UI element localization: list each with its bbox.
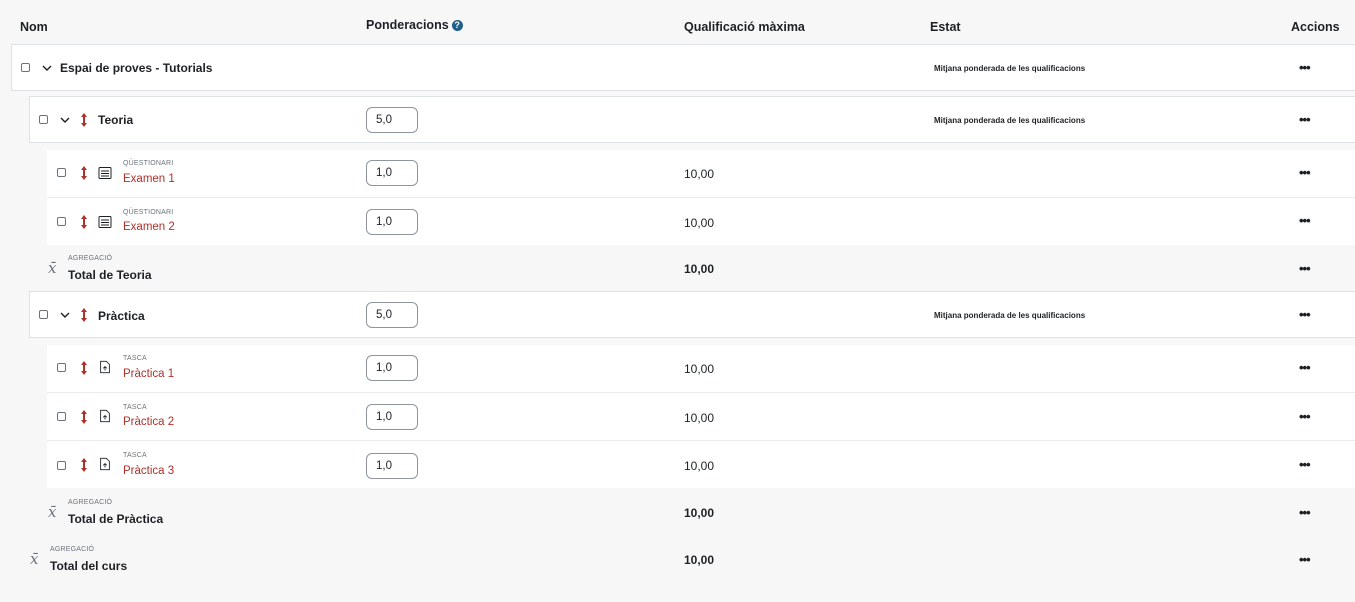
category-total-name: Total de Teoria <box>68 268 152 282</box>
item-link[interactable]: Examen 1 <box>123 173 175 185</box>
category-name: Teoria <box>98 113 134 127</box>
assignment-icon <box>100 360 110 374</box>
max-grade-value: 10,00 <box>684 459 715 473</box>
move-icon[interactable] <box>79 112 89 128</box>
item-actions-menu[interactable]: ••• <box>1299 361 1311 374</box>
select-checkbox-course[interactable] <box>21 63 30 72</box>
weight-input[interactable]: 1,0 <box>366 453 418 479</box>
course-actions-menu[interactable]: ••• <box>1299 61 1311 74</box>
item-type-label: TASCA <box>123 355 147 362</box>
quiz-icon <box>98 167 112 179</box>
quiz-icon <box>98 216 112 228</box>
column-header-name: Nom <box>20 20 48 34</box>
item-type-label: TASCA <box>123 452 147 459</box>
aggregation-type-label: AGREGACIÓ <box>68 255 113 262</box>
column-header-status: Estat <box>930 20 961 34</box>
total-actions-menu[interactable]: ••• <box>1299 506 1311 519</box>
item-actions-menu[interactable]: ••• <box>1299 166 1311 179</box>
aggregation-type-label: AGREGACIÓ <box>68 499 113 506</box>
course-total-actions-menu[interactable]: ••• <box>1299 553 1311 566</box>
column-header-actions: Accions <box>1291 20 1340 34</box>
chevron-down-icon[interactable] <box>59 114 71 126</box>
move-icon[interactable] <box>79 457 89 473</box>
select-checkbox-item[interactable] <box>57 217 66 226</box>
move-icon[interactable] <box>79 360 89 376</box>
select-checkbox-item[interactable] <box>57 363 66 372</box>
category-status: Mitjana ponderada de les qualificacions <box>934 116 1086 125</box>
category-actions-menu[interactable]: ••• <box>1299 113 1311 126</box>
move-icon[interactable] <box>79 409 89 425</box>
weight-input[interactable]: 1,0 <box>366 404 418 430</box>
max-grade-value: 10,00 <box>684 362 715 376</box>
aggregation-icon: x̄ <box>30 550 39 568</box>
total-actions-menu[interactable]: ••• <box>1299 262 1311 275</box>
select-checkbox-category[interactable] <box>39 115 48 124</box>
select-checkbox-item[interactable] <box>57 461 66 470</box>
select-checkbox-item[interactable] <box>57 168 66 177</box>
column-header-max-grade: Qualificació màxima <box>684 20 805 34</box>
move-icon[interactable] <box>79 307 89 323</box>
column-header-weights-label: Ponderacions <box>366 18 449 32</box>
category-status: Mitjana ponderada de les qualificacions <box>934 311 1086 320</box>
select-checkbox-category[interactable] <box>39 310 48 319</box>
aggregation-type-label: AGREGACIÓ <box>50 546 95 553</box>
course-total-name: Total del curs <box>50 559 128 573</box>
chevron-down-icon[interactable] <box>41 62 53 74</box>
category-actions-menu[interactable]: ••• <box>1299 308 1311 321</box>
move-icon[interactable] <box>79 214 89 230</box>
category-total-name: Total de Pràctica <box>68 512 164 526</box>
item-link[interactable]: Pràctica 1 <box>123 368 174 380</box>
item-type-label: TASCA <box>123 404 147 411</box>
assignment-icon <box>100 457 110 471</box>
item-actions-menu[interactable]: ••• <box>1299 214 1311 227</box>
course-name: Espai de proves - Tutorials <box>60 61 213 75</box>
course-total-max-grade: 10,00 <box>684 553 715 567</box>
aggregation-icon: x̄ <box>48 259 57 277</box>
total-max-grade: 10,00 <box>684 506 715 520</box>
item-actions-menu[interactable]: ••• <box>1299 410 1311 423</box>
weight-input[interactable]: 1,0 <box>366 160 418 186</box>
aggregation-icon: x̄ <box>48 503 57 521</box>
item-actions-menu[interactable]: ••• <box>1299 458 1311 471</box>
max-grade-value: 10,00 <box>684 411 715 425</box>
assignment-icon <box>100 409 110 423</box>
column-header-weights: Ponderacions? <box>366 18 463 32</box>
item-type-label: QÜESTIONARI <box>123 209 174 216</box>
weight-input[interactable]: 1,0 <box>366 209 418 235</box>
item-link[interactable]: Pràctica 3 <box>123 465 174 477</box>
total-max-grade: 10,00 <box>684 262 715 276</box>
weight-input[interactable]: 1,0 <box>366 355 418 381</box>
item-type-label: QÜESTIONARI <box>123 160 174 167</box>
select-checkbox-item[interactable] <box>57 412 66 421</box>
course-row <box>11 44 1355 91</box>
course-status: Mitjana ponderada de les qualificacions <box>934 64 1086 73</box>
category-row-teoria <box>29 96 1355 143</box>
category-row-practica <box>29 291 1355 338</box>
item-link[interactable]: Examen 2 <box>123 221 175 233</box>
category-name: Pràctica <box>98 309 145 323</box>
max-grade-value: 10,00 <box>684 167 715 181</box>
chevron-down-icon[interactable] <box>59 309 71 321</box>
move-icon[interactable] <box>79 165 89 181</box>
weight-input[interactable]: 5,0 <box>366 107 418 133</box>
item-link[interactable]: Pràctica 2 <box>123 416 174 428</box>
max-grade-value: 10,00 <box>684 216 715 230</box>
weight-input[interactable]: 5,0 <box>366 302 418 328</box>
help-icon[interactable]: ? <box>451 20 463 31</box>
